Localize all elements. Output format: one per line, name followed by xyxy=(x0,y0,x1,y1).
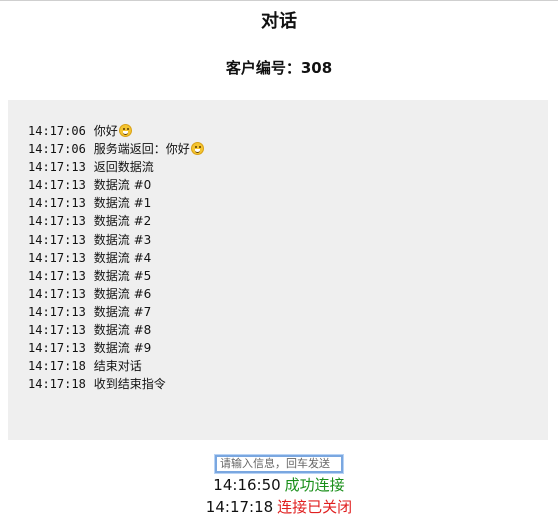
log-timestamp: 14:17:13 xyxy=(28,250,86,265)
log-entry: 14:17:06 服务端返回：你好 xyxy=(28,140,528,158)
status-text: 连接已关闭 xyxy=(277,498,353,516)
log-timestamp: 14:17:18 xyxy=(28,359,86,374)
input-area xyxy=(0,452,558,474)
log-timestamp: 14:17:13 xyxy=(28,196,86,211)
log-timestamp: 14:17:13 xyxy=(28,232,86,247)
status-time: 14:17:18 xyxy=(205,498,274,516)
log-message: 结束对话 xyxy=(93,359,142,374)
log-message: 数据流 #8 xyxy=(93,323,152,338)
client-id-value: 308 xyxy=(300,59,333,77)
log-message: 你好 xyxy=(93,124,118,138)
log-entry: 14:17:13 数据流 #9 xyxy=(28,339,528,357)
log-message: 收到结束指令 xyxy=(93,377,166,392)
log-timestamp: 14:17:13 xyxy=(28,341,86,356)
log-entry: 14:17:13 数据流 #1 xyxy=(28,194,528,212)
log-timestamp: 14:17:18 xyxy=(28,377,86,392)
top-divider xyxy=(0,0,558,1)
client-id-line: 客户编号：308 xyxy=(0,58,558,78)
log-message: 数据流 #0 xyxy=(93,178,152,193)
log-entry: 14:17:18 收到结束指令 xyxy=(28,375,528,393)
status-line-closed: 14:17:18 连接已关闭 xyxy=(0,497,558,517)
log-timestamp: 14:17:13 xyxy=(28,304,86,319)
log-timestamp: 14:17:13 xyxy=(28,178,86,193)
log-message: 数据流 #6 xyxy=(93,286,152,301)
log-message: 服务端返回：你好 xyxy=(93,142,190,157)
log-entry: 14:17:13 数据流 #8 xyxy=(28,321,528,339)
log-entry: 14:17:13 数据流 #3 xyxy=(28,231,528,249)
log-message: 数据流 #3 xyxy=(93,232,152,247)
log-timestamp: 14:17:13 xyxy=(28,214,86,229)
log-entry: 14:17:13 返回数据流 xyxy=(28,158,528,176)
grinning-face-icon xyxy=(118,124,132,137)
log-entry: 14:17:13 数据流 #7 xyxy=(28,303,528,321)
log-timestamp: 14:17:13 xyxy=(28,323,86,338)
log-message: 数据流 #1 xyxy=(93,196,152,211)
log-timestamp: 14:17:06 xyxy=(28,142,86,157)
log-message: 数据流 #2 xyxy=(93,214,152,229)
status-text: 成功连接 xyxy=(284,476,345,494)
log-message: 数据流 #9 xyxy=(93,341,152,356)
page-title: 对话 xyxy=(261,11,297,32)
status-time: 14:16:50 xyxy=(213,476,281,494)
status-line-connected: 14:16:50 成功连接 xyxy=(0,475,558,495)
log-message: 数据流 #7 xyxy=(93,304,152,319)
log-entry: 14:17:13 数据流 #4 xyxy=(28,249,528,267)
log-entry: 14:17:13 数据流 #5 xyxy=(28,267,528,285)
log-entry: 14:17:18 结束对话 xyxy=(28,357,528,375)
log-message: 返回数据流 xyxy=(93,160,154,175)
log-timestamp: 14:17:13 xyxy=(28,286,86,301)
log-entry: 14:17:13 数据流 #6 xyxy=(28,285,528,303)
message-input[interactable] xyxy=(214,453,344,474)
log-entry: 14:17:13 数据流 #2 xyxy=(28,212,528,230)
log-message: 数据流 #4 xyxy=(93,250,152,265)
log-timestamp: 14:17:13 xyxy=(28,160,86,175)
log-timestamp: 14:17:06 xyxy=(28,124,86,138)
log-entry: 14:17:06 你好 xyxy=(28,122,528,140)
log-entry: 14:17:13 数据流 #0 xyxy=(28,176,528,194)
log-timestamp: 14:17:13 xyxy=(28,268,86,283)
message-log: 14:17:06 你好 14:17:06 服务端返回：你好 14:17:13 返回数据流 1… xyxy=(8,100,548,440)
log-message: 数据流 #5 xyxy=(93,268,152,283)
client-id-label: 客户编号： xyxy=(225,59,301,77)
grinning-face-icon xyxy=(190,142,204,156)
